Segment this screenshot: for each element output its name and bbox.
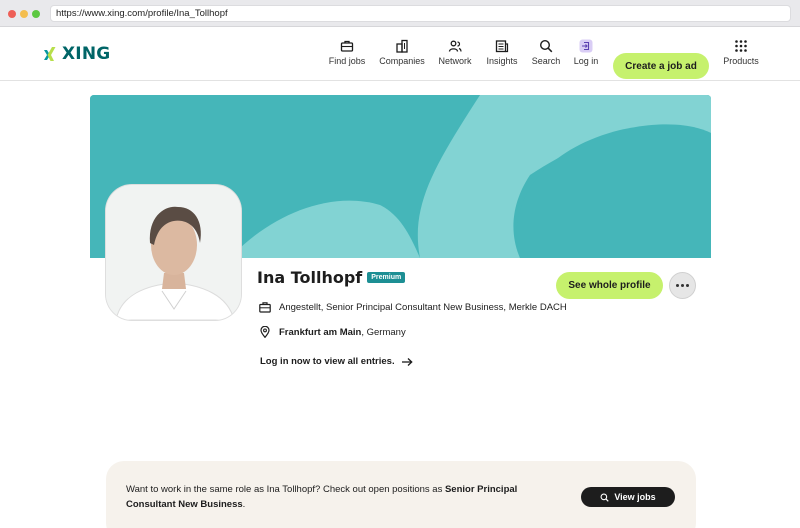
close-window-button[interactable] xyxy=(8,10,16,18)
nav-companies[interactable]: Companies xyxy=(372,39,432,66)
view-jobs-button[interactable]: View jobs xyxy=(581,487,675,507)
arrow-right-icon xyxy=(401,357,413,366)
nav-products[interactable]: Products xyxy=(711,39,771,66)
nav-label: Log in xyxy=(573,56,599,66)
nav-label: Products xyxy=(723,56,759,66)
newspaper-icon xyxy=(495,40,509,53)
nav-login[interactable]: Log in xyxy=(556,39,616,66)
nav-label: Network xyxy=(438,56,472,66)
nav-find-jobs[interactable]: Find jobs xyxy=(317,39,377,66)
briefcase-icon xyxy=(259,302,271,313)
search-icon xyxy=(600,493,610,502)
similar-jobs-banner: Want to work in the same role as Ina Tol… xyxy=(106,461,696,528)
premium-badge: Premium xyxy=(367,272,406,283)
more-dot xyxy=(676,284,679,287)
jobs-text-intro: Want to work in the same role as Ina Tol… xyxy=(126,484,445,495)
occupation-text: Angestellt, Senior Principal Consultant … xyxy=(279,301,567,313)
address-bar[interactable]: https://www.xing.com/profile/Ina_Tollhop… xyxy=(50,5,791,22)
create-job-ad-button[interactable]: Create a job ad xyxy=(613,53,709,79)
browser-toolbar: https://www.xing.com/profile/Ina_Tollhop… xyxy=(0,0,800,27)
search-icon xyxy=(539,39,553,53)
jobs-text-end: . xyxy=(242,499,246,510)
login-icon xyxy=(579,39,593,53)
profile-photo[interactable] xyxy=(106,185,241,320)
nav-label: Insights xyxy=(486,56,518,66)
location-row: Frankfurt am Main, Germany xyxy=(259,326,406,338)
nav-label: Companies xyxy=(379,56,425,66)
similar-jobs-text: Want to work in the same role as Ina Tol… xyxy=(126,482,566,512)
login-to-view-link[interactable]: Log in now to view all entries. xyxy=(260,356,413,367)
more-dot xyxy=(681,284,684,287)
profile-photo-image xyxy=(106,185,241,320)
occupation-row: Angestellt, Senior Principal Consultant … xyxy=(259,301,567,313)
more-options-button[interactable] xyxy=(669,272,696,299)
nav-label: Find jobs xyxy=(328,56,366,66)
see-whole-profile-button[interactable]: See whole profile xyxy=(556,272,663,299)
building-icon xyxy=(396,39,408,53)
profile-name-row: Ina Tollhopf Premium xyxy=(257,268,406,287)
grid-icon xyxy=(735,40,747,52)
site-header: XING Find jobs Companies Network Insight… xyxy=(0,27,800,81)
xing-logo-icon xyxy=(44,47,56,61)
briefcase-icon xyxy=(340,40,354,52)
location-pin-icon xyxy=(260,326,270,338)
location-country: , Germany xyxy=(361,326,406,338)
people-icon xyxy=(448,40,462,52)
logo-text: XING xyxy=(62,44,111,64)
minimize-window-button[interactable] xyxy=(20,10,28,18)
login-to-view-text: Log in now to view all entries. xyxy=(260,356,395,367)
view-jobs-label: View jobs xyxy=(614,492,656,502)
xing-logo[interactable]: XING xyxy=(42,44,110,64)
maximize-window-button[interactable] xyxy=(32,10,40,18)
more-dot xyxy=(686,284,689,287)
profile-name: Ina Tollhopf xyxy=(257,268,363,287)
location-city: Frankfurt am Main xyxy=(279,326,362,338)
